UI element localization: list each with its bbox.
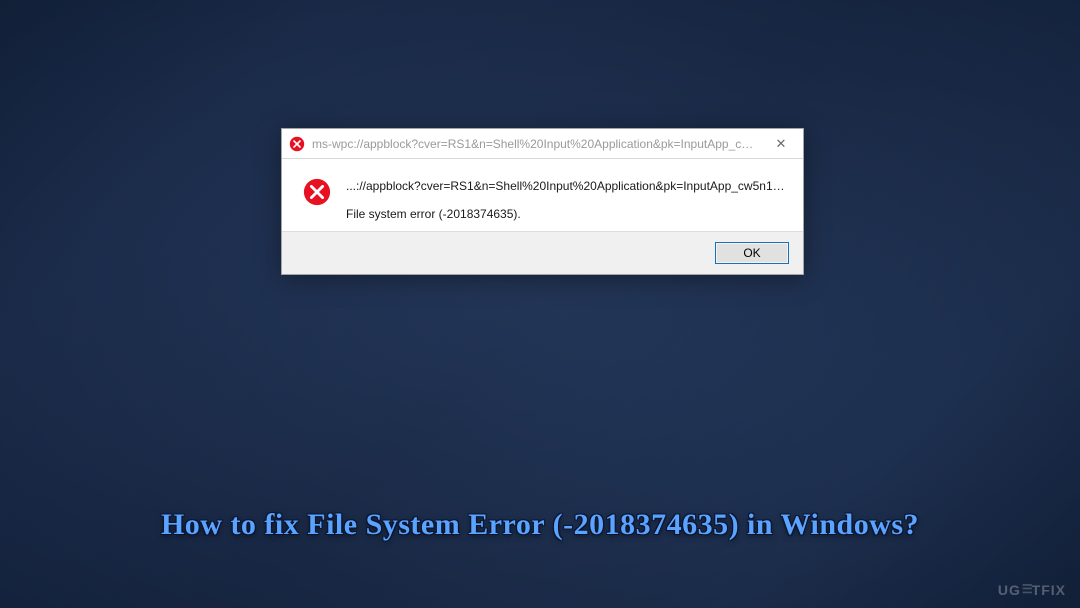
message-path: ...://appblock?cver=RS1&n=Shell%20Input%… xyxy=(346,179,786,193)
close-icon: ✕ xyxy=(776,136,787,152)
watermark-arrows-icon: ☰ xyxy=(1022,582,1031,596)
page-headline: How to fix File System Error (-201837463… xyxy=(0,508,1080,542)
error-icon xyxy=(302,177,332,207)
close-button[interactable]: ✕ xyxy=(759,129,803,159)
error-icon xyxy=(288,135,306,153)
ok-button-label: OK xyxy=(743,246,760,260)
watermark-prefix: UG xyxy=(998,582,1021,598)
watermark: UG ☰ TFIX xyxy=(998,582,1066,598)
dialog-titlebar: ms-wpc://appblock?cver=RS1&n=Shell%20Inp… xyxy=(282,129,803,159)
message-error: File system error (-2018374635). xyxy=(346,207,786,221)
dialog-button-row: OK xyxy=(282,231,803,274)
dialog-title: ms-wpc://appblock?cver=RS1&n=Shell%20Inp… xyxy=(312,137,759,151)
watermark-suffix: TFIX xyxy=(1032,582,1066,598)
error-dialog: ms-wpc://appblock?cver=RS1&n=Shell%20Inp… xyxy=(281,128,804,275)
dialog-content: ...://appblock?cver=RS1&n=Shell%20Input%… xyxy=(282,159,803,231)
message-block: ...://appblock?cver=RS1&n=Shell%20Input%… xyxy=(346,177,786,221)
ok-button[interactable]: OK xyxy=(715,242,789,264)
